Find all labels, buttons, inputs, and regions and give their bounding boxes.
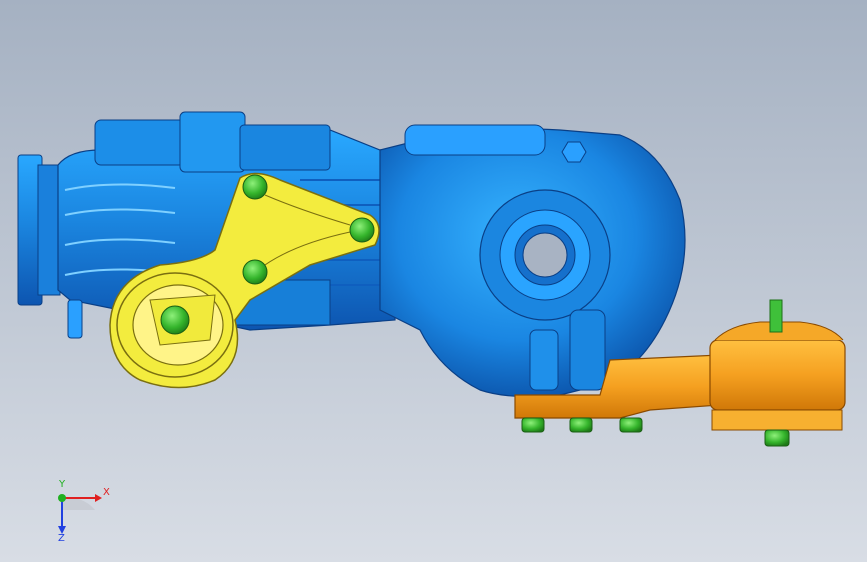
cad-3d-viewport[interactable]: X Y Z: [0, 0, 867, 562]
axis-triad: X Y Z: [40, 480, 120, 550]
drivetrain-assembly-model[interactable]: [0, 0, 867, 562]
y-axis-dot: [58, 494, 66, 502]
input-flange[interactable]: [17, 154, 61, 306]
x-axis-label: X: [103, 487, 110, 498]
differential-case[interactable]: [379, 124, 686, 398]
z-axis-label: Z: [58, 533, 65, 544]
y-axis-label: Y: [59, 479, 66, 490]
